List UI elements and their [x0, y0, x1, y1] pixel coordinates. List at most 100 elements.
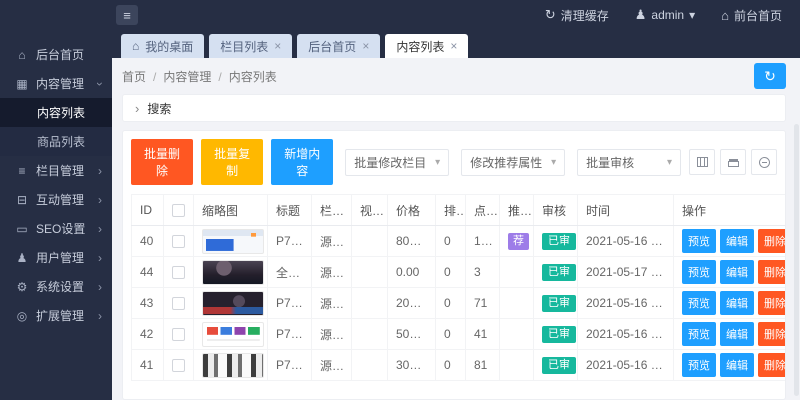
tab-后台首页[interactable]: 后台首页× [297, 34, 380, 58]
sidebar-item[interactable]: ≡栏目管理› [0, 156, 112, 185]
cell-sort: 0 [436, 226, 466, 257]
tab-栏目列表[interactable]: 栏目列表× [209, 34, 292, 58]
hamburger-icon: ≡ [123, 8, 131, 23]
删除-button[interactable]: 删除 [758, 229, 786, 253]
sidebar-item[interactable]: ▭SEO设置› [0, 214, 112, 243]
cell-checkbox [164, 350, 194, 381]
cell-title: 全新... [268, 257, 312, 288]
clear-cache-button[interactable]: ↻ 清理缓存 [545, 7, 609, 24]
seo-icon: ▭ [14, 222, 30, 236]
breadcrumb-item[interactable]: 首页 [122, 70, 146, 84]
chevron-right-icon: › [98, 251, 102, 265]
cell-actions: 预览编辑删除复制 [674, 288, 787, 319]
select-批量修改栏目[interactable]: 批量修改栏目▾ [345, 149, 449, 176]
clear-cache-label: 清理缓存 [561, 7, 609, 24]
cell-thumbnail [194, 350, 268, 381]
row-checkbox[interactable] [172, 359, 185, 372]
filter-columns-button[interactable] [689, 149, 715, 175]
tab-bar: ⌂我的桌面栏目列表×后台首页×内容列表× [112, 30, 800, 58]
预览-button[interactable]: 预览 [682, 353, 716, 377]
批量复制-button[interactable]: 批量复制 [201, 139, 263, 185]
row-checkbox[interactable] [172, 328, 185, 341]
content-area: 首页/内容管理/内容列表 ↻ › 搜索 批量删除批量复制新增内容批量修改栏目▾修… [112, 58, 800, 400]
删除-button[interactable]: 删除 [758, 260, 786, 284]
cell-recommend [500, 350, 534, 381]
cell-sort: 0 [436, 257, 466, 288]
删除-button[interactable]: 删除 [758, 353, 786, 377]
sidebar-item[interactable]: ⚙系统设置› [0, 272, 112, 301]
scrollbar[interactable] [794, 124, 799, 396]
tab-close-icon[interactable]: × [274, 39, 281, 53]
编辑-button[interactable]: 编辑 [720, 353, 754, 377]
编辑-button[interactable]: 编辑 [720, 291, 754, 315]
编辑-button[interactable]: 编辑 [720, 229, 754, 253]
column-header: 视频... [352, 195, 388, 226]
sidebar-item[interactable]: ♟用户管理› [0, 243, 112, 272]
thumbnail-image[interactable] [202, 353, 264, 378]
frontend-home-link[interactable]: ⌂ 前台首页 [721, 7, 782, 24]
print-button[interactable] [720, 149, 746, 175]
cell-audit: 已审 [534, 257, 578, 288]
thumbnail-image[interactable] [202, 291, 264, 316]
预览-button[interactable]: 预览 [682, 229, 716, 253]
column-header [164, 195, 194, 226]
admin-app: ⌂后台首页▦内容管理›内容列表商品列表≡栏目管理›⊟互动管理›▭SEO设置›♟用… [0, 0, 800, 400]
select-all-checkbox[interactable] [172, 204, 185, 217]
tab-close-icon[interactable]: × [362, 39, 369, 53]
thumbnail-image[interactable] [202, 322, 264, 347]
breadcrumb-item[interactable]: 内容管理 [163, 70, 211, 84]
table-tools [689, 149, 777, 175]
sidebar-item-label: 内容管理 [36, 75, 84, 92]
sidebar-item[interactable]: ▦内容管理› [0, 69, 112, 98]
预览-button[interactable]: 预览 [682, 260, 716, 284]
table-card: 批量删除批量复制新增内容批量修改栏目▾修改推荐属性▾批量审核▾ ID缩略图标题栏… [122, 130, 786, 400]
sidebar-item[interactable]: ⌂后台首页 [0, 40, 112, 69]
audit-status-badge: 已审 [542, 233, 576, 250]
编辑-button[interactable]: 编辑 [720, 260, 754, 284]
新增内容-button[interactable]: 新增内容 [271, 139, 333, 185]
topbar-right: ↻ 清理缓存 ♟ admin ▾ ⌂ 前台首页 [545, 7, 800, 24]
select-修改推荐属性[interactable]: 修改推荐属性▾ [461, 149, 565, 176]
sidebar-subitem[interactable]: 商品列表 [0, 127, 112, 156]
thumbnail-image[interactable] [202, 229, 264, 254]
编辑-button[interactable]: 编辑 [720, 322, 754, 346]
user-icon: ♟ [635, 7, 647, 23]
search-collapse-panel[interactable]: › 搜索 [122, 94, 786, 122]
批量删除-button[interactable]: 批量删除 [131, 139, 193, 185]
sidebar-item-label: SEO设置 [36, 220, 85, 237]
sidebar-item[interactable]: ◎扩展管理› [0, 301, 112, 330]
cell-price: 200.00 [388, 288, 436, 319]
home-icon: ⌂ [14, 48, 30, 62]
cell-thumbnail [194, 288, 268, 319]
cell-sort: 0 [436, 319, 466, 350]
row-checkbox[interactable] [172, 235, 185, 248]
user-menu[interactable]: ♟ admin ▾ [635, 7, 695, 23]
预览-button[interactable]: 预览 [682, 322, 716, 346]
chevron-down-icon: ▾ [435, 157, 440, 168]
refresh-icon: ↻ [764, 68, 776, 84]
row-checkbox[interactable] [172, 266, 185, 279]
export-button[interactable] [751, 149, 777, 175]
chevron-down-icon: ▾ [667, 157, 672, 168]
filter-columns-icon [697, 157, 708, 167]
sidebar-subitem[interactable]: 内容列表 [0, 98, 112, 127]
row-checkbox[interactable] [172, 297, 185, 310]
删除-button[interactable]: 删除 [758, 291, 786, 315]
select-批量审核[interactable]: 批量审核▾ [577, 149, 681, 176]
cell-sort: 0 [436, 350, 466, 381]
column-header: 缩略图 [194, 195, 268, 226]
tab-我的桌面[interactable]: ⌂我的桌面 [121, 34, 204, 58]
sidebar-item[interactable]: ⊟互动管理› [0, 185, 112, 214]
menu-toggle-button[interactable]: ≡ [116, 5, 138, 25]
sidebar-item-label: 系统设置 [36, 278, 84, 295]
thumbnail-image[interactable] [202, 260, 264, 285]
chevron-right-icon: › [98, 280, 102, 294]
预览-button[interactable]: 预览 [682, 291, 716, 315]
删除-button[interactable]: 删除 [758, 322, 786, 346]
refresh-button[interactable]: ↻ [754, 63, 786, 89]
tab-内容列表[interactable]: 内容列表× [385, 34, 468, 58]
tab-close-icon[interactable]: × [450, 39, 457, 53]
column-header: 标题 [268, 195, 312, 226]
cell-checkbox [164, 257, 194, 288]
audit-status-badge: 已审 [542, 357, 576, 374]
